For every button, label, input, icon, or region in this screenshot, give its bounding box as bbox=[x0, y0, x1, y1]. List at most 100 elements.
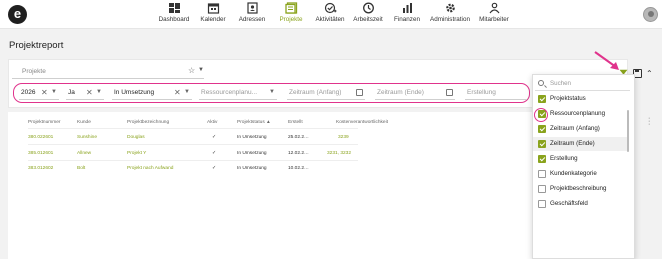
column-header-projektstatus[interactable]: Projektstatus ▲ bbox=[237, 120, 271, 125]
nav-administration[interactable]: Administration bbox=[428, 2, 472, 27]
favorite-star-icon[interactable]: ☆ bbox=[188, 66, 195, 75]
nav-finanzen[interactable]: Finanzen bbox=[393, 2, 421, 27]
column-header-aktiv[interactable]: Aktiv bbox=[207, 120, 217, 125]
cell-erstellt: 10.02.2… bbox=[288, 166, 309, 171]
status-filter-value: In Umsetzung bbox=[114, 89, 155, 96]
activity-check-icon bbox=[324, 2, 336, 14]
column-header-kostenverantwortlichkeit[interactable]: Kostenverantwortlichkeit bbox=[336, 120, 388, 125]
flag-filter[interactable]: Ja ✕ ▼ bbox=[66, 88, 104, 100]
year-filter-value: 2026 bbox=[21, 89, 36, 96]
column-option-projektstatus[interactable]: Projektstatus bbox=[533, 92, 627, 106]
chevron-down-icon[interactable]: ▼ bbox=[184, 89, 190, 95]
top-navigation: e Dashboard Kalender Adressen Projekte A… bbox=[0, 0, 662, 29]
gear-icon bbox=[445, 3, 455, 13]
nav-label: Aktivitäten bbox=[315, 16, 345, 23]
chevron-down-icon[interactable]: ▼ bbox=[198, 67, 204, 73]
nav-label: Arbeitszeit bbox=[353, 16, 383, 23]
more-options-icon[interactable]: · · · bbox=[648, 115, 650, 128]
checkbox-highlight bbox=[534, 108, 548, 122]
checkbox[interactable] bbox=[538, 95, 546, 103]
flag-filter-value: Ja bbox=[68, 89, 75, 96]
cell-kunde[interactable]: Allnew bbox=[77, 151, 91, 156]
column-option-label: Projektbeschreibung bbox=[550, 185, 607, 192]
nav-label: Dashboard bbox=[158, 16, 190, 23]
column-header-projektbezeichnung[interactable]: Projektbezeichnung bbox=[127, 120, 169, 125]
calendar-icon[interactable] bbox=[356, 89, 363, 96]
cell-projektnummer[interactable]: 380.022601 bbox=[28, 135, 53, 140]
nav-aktivitaeten[interactable]: Aktivitäten bbox=[313, 2, 347, 27]
cell-projektstatus: In Umsetzung bbox=[237, 166, 267, 171]
clock-icon bbox=[362, 2, 374, 14]
dashboard-icon bbox=[168, 3, 180, 13]
year-filter[interactable]: 2026 ✕ ▼ bbox=[19, 88, 59, 100]
nav-kalender[interactable]: Kalender bbox=[199, 2, 227, 27]
checkbox[interactable] bbox=[538, 155, 546, 163]
column-option-label: Projektstatus bbox=[550, 95, 586, 102]
column-option-zeitraum-anfang[interactable]: Zeitraum (Anfang) bbox=[533, 122, 627, 136]
clear-icon[interactable]: ✕ bbox=[86, 88, 93, 97]
column-option-erstellung[interactable]: Erstellung bbox=[533, 152, 627, 166]
column-option-kundenkategorie[interactable]: Kundenkategorie bbox=[533, 167, 627, 181]
column-header-kunde[interactable]: Kunde bbox=[77, 120, 91, 125]
column-search-placeholder: Suchen bbox=[550, 80, 571, 87]
header-divider bbox=[28, 128, 358, 129]
nav-dashboard[interactable]: Dashboard bbox=[158, 2, 190, 27]
column-option-projektbeschreibung[interactable]: Projektbeschreibung bbox=[533, 182, 627, 196]
cell-erstellt: 12.02.2… bbox=[288, 151, 309, 156]
cell-kunde[interactable]: Sunshine bbox=[77, 135, 97, 140]
calendar-icon[interactable] bbox=[446, 89, 453, 96]
clear-icon[interactable]: ✕ bbox=[174, 88, 181, 97]
status-filter[interactable]: In Umsetzung ✕ ▼ bbox=[112, 88, 192, 100]
cell-kostenverantwortlichkeit[interactable]: 3239 bbox=[338, 135, 349, 140]
cell-projektbezeichnung[interactable]: Douglas bbox=[127, 135, 145, 140]
calendar-icon bbox=[207, 3, 219, 14]
nav-label: Administration bbox=[430, 16, 470, 23]
app-logo[interactable]: e bbox=[8, 5, 27, 24]
project-select-placeholder: Projekte bbox=[22, 68, 46, 75]
nav-arbeitszeit[interactable]: Arbeitszeit bbox=[352, 2, 384, 27]
column-search-input[interactable]: Suchen bbox=[535, 78, 630, 91]
checkbox[interactable] bbox=[538, 200, 546, 208]
chevron-down-icon[interactable]: ▼ bbox=[96, 89, 102, 95]
employees-icon bbox=[489, 2, 499, 14]
checkbox[interactable] bbox=[538, 140, 546, 148]
cell-projektbezeichnung[interactable]: Projekt Y bbox=[127, 151, 146, 156]
column-header-projektnummer[interactable]: Projektnummer bbox=[28, 120, 61, 125]
column-option-label: Geschäftsfeld bbox=[550, 200, 588, 207]
end-date-filter[interactable]: Zeitraum (Ende) bbox=[375, 88, 455, 100]
start-date-filter[interactable]: Zeitraum (Anfang) bbox=[287, 88, 365, 100]
page-title: Projektreport bbox=[9, 40, 64, 51]
cell-kunde[interactable]: Bolt bbox=[77, 166, 85, 171]
cell-aktiv: ✓ bbox=[212, 166, 217, 171]
nav-label: Mitarbeiter bbox=[479, 16, 509, 23]
search-icon bbox=[538, 80, 544, 86]
cell-projektstatus: In Umsetzung bbox=[237, 135, 267, 140]
resource-planning-filter[interactable]: Ressourcenplanu... ▼ bbox=[199, 88, 277, 100]
checkbox[interactable] bbox=[538, 125, 546, 133]
column-option-zeitraum-ende[interactable]: Zeitraum (Ende) bbox=[533, 137, 627, 151]
checkbox[interactable] bbox=[538, 185, 546, 193]
chevron-down-icon[interactable]: ▼ bbox=[51, 89, 57, 95]
cell-projektnummer[interactable]: 385.012601 bbox=[28, 151, 53, 156]
column-option-geschaeftsfeld[interactable]: Geschäftsfeld bbox=[533, 197, 627, 211]
menu-scrollbar[interactable] bbox=[627, 110, 629, 152]
cell-aktiv: ✓ bbox=[212, 151, 217, 156]
creation-filter[interactable]: Erstellung bbox=[465, 88, 527, 100]
user-avatar[interactable] bbox=[643, 7, 658, 22]
nav-adressen[interactable]: Adressen bbox=[237, 2, 267, 27]
chevron-down-icon[interactable]: ▼ bbox=[269, 89, 275, 95]
cell-projektbezeichnung[interactable]: Projekt nach Aufwand bbox=[127, 166, 173, 171]
project-select[interactable]: Projekte ☆ ▼ bbox=[12, 65, 204, 79]
clear-icon[interactable]: ✕ bbox=[41, 88, 48, 97]
column-header-erstellt[interactable]: Erstellt bbox=[288, 120, 303, 125]
cell-kostenverantwortlichkeit[interactable]: 3231, 3232 bbox=[327, 151, 351, 156]
cell-projektnummer[interactable]: 383.012602 bbox=[28, 166, 53, 171]
chevron-up-icon[interactable]: ⌃ bbox=[646, 69, 653, 78]
checkbox[interactable] bbox=[538, 170, 546, 178]
nav-mitarbeiter[interactable]: Mitarbeiter bbox=[478, 2, 510, 27]
nav-projekte[interactable]: Projekte bbox=[276, 2, 306, 27]
cell-aktiv: ✓ bbox=[212, 135, 217, 140]
column-option-label: Kundenkategorie bbox=[550, 170, 597, 177]
column-option-label: Zeitraum (Ende) bbox=[550, 140, 595, 147]
nav-label: Finanzen bbox=[394, 16, 420, 23]
